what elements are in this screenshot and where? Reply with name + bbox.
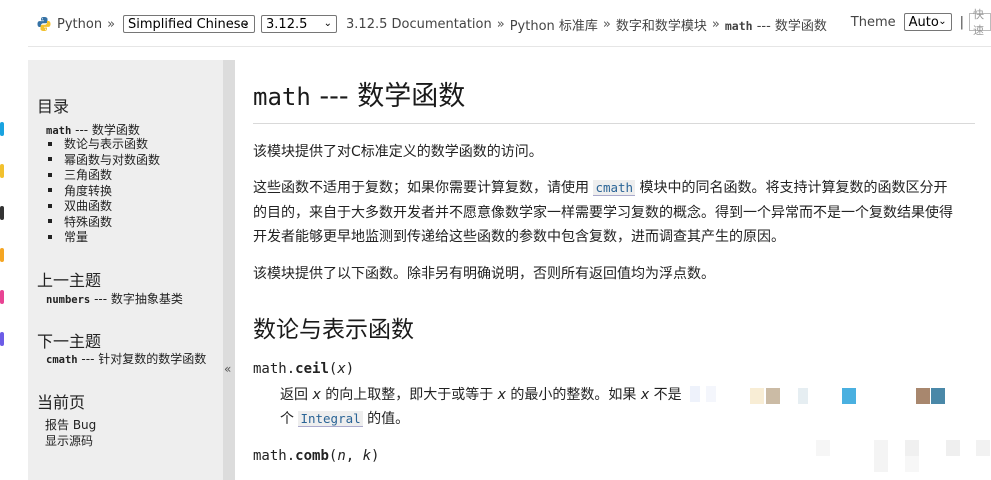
prev-topic-heading: 上一主题 (37, 271, 102, 290)
crumb-documentation-link[interactable]: 3.12.5 Documentation (346, 17, 492, 32)
integral-link[interactable]: Integral (298, 411, 363, 427)
crumb-python-link[interactable]: Python (57, 17, 102, 32)
toc-item[interactable]: 幂函数与对数函数 (48, 152, 160, 168)
version-select-value: 3.12.5 (266, 16, 308, 32)
chevron-down-icon: ⌄ (241, 18, 251, 29)
left-edge-strip (0, 0, 14, 472)
this-page-heading: 当前页 (37, 393, 86, 412)
next-topic-link[interactable]: cmath --- 针对复数的数学函数 (46, 350, 206, 367)
theme-select[interactable]: Auto ⌄ (903, 13, 952, 31)
sidebar: 目录 math --- 数学函数 数论与表示函数 幂函数与对数函数 三角函数 角… (28, 60, 235, 480)
next-topic-heading: 下一主题 (37, 332, 102, 351)
crumb-numeric-link[interactable]: 数字和数学模块 (616, 15, 707, 34)
theme-switcher: Theme Auto ⌄ | 快速 (850, 8, 991, 37)
complex-note-paragraph: 这些函数不适用于复数；如果你需要计算复数，请使用 cmath 模块中的同名函数。… (253, 180, 953, 245)
breadcrumb-separator: » (711, 16, 720, 32)
language-select-value: Simplified Chinese (128, 16, 249, 32)
chevron-down-icon: ⌄ (938, 16, 947, 27)
breadcrumb-separator: » (602, 16, 611, 32)
language-select[interactable]: Simplified Chinese ⌄ (123, 15, 256, 33)
toc-item[interactable]: 特殊函数 (48, 214, 160, 230)
toc-item[interactable]: 常量 (48, 229, 160, 245)
title-divider (253, 123, 975, 124)
quick-search-placeholder: 快速 (973, 8, 984, 37)
toc-heading: 目录 (37, 97, 70, 116)
prev-topic-link[interactable]: numbers --- 数字抽象基类 (46, 290, 183, 307)
breadcrumb-separator: » (107, 16, 116, 32)
show-source-link[interactable]: 显示源码 (45, 432, 93, 449)
return-values-paragraph: 该模块提供了以下函数。除非另有明确说明，否则所有返回值均为浮点数。 (253, 266, 715, 282)
collapse-icon: « (224, 362, 232, 376)
toc-list: 数论与表示函数 幂函数与对数函数 三角函数 角度转换 双曲函数 特殊函数 常量 (48, 136, 160, 245)
toc-item[interactable]: 角度转换 (48, 183, 160, 199)
section-heading: 数论与表示函数 (253, 317, 414, 343)
toc-item[interactable]: 三角函数 (48, 167, 160, 183)
top-navigation-bar: Python » Simplified Chinese ⌄ 3.12.5 ⌄ 3… (28, 0, 991, 47)
sidebar-collapse-handle[interactable]: « (223, 60, 235, 480)
cmath-link[interactable]: cmath (593, 180, 636, 196)
crumb-stdlib-link[interactable]: Python 标准库 (510, 15, 598, 34)
chevron-down-icon: ⌄ (323, 18, 333, 29)
crumb-current-page: math --- 数学函数 (724, 18, 827, 34)
theme-select-value: Auto (908, 14, 939, 30)
ceil-signature[interactable]: math.ceil(x) (253, 361, 354, 377)
intro-paragraph: 该模块提供了对C标准定义的数学函数的访问。 (253, 144, 543, 160)
python-logo-icon (37, 17, 51, 31)
theme-label: Theme (850, 14, 896, 30)
comb-signature[interactable]: math.comb(n, k) (253, 448, 379, 464)
breadcrumb: Python » Simplified Chinese ⌄ 3.12.5 ⌄ 3… (36, 13, 827, 35)
toc-item[interactable]: 双曲函数 (48, 198, 160, 214)
version-select[interactable]: 3.12.5 ⌄ (261, 15, 338, 33)
breadcrumb-separator: » (496, 16, 505, 32)
toc-item[interactable]: 数论与表示函数 (48, 136, 160, 152)
quick-search-input[interactable]: 快速 (969, 8, 991, 37)
divider: | (959, 14, 964, 30)
report-bug-link[interactable]: 报告 Bug (45, 416, 96, 433)
ceil-description: 返回 x 的向上取整，即大于或等于 x 的最小的整数。如果 x 不是 个 Int… (280, 387, 682, 427)
page-title: math --- 数学函数 (253, 81, 466, 112)
